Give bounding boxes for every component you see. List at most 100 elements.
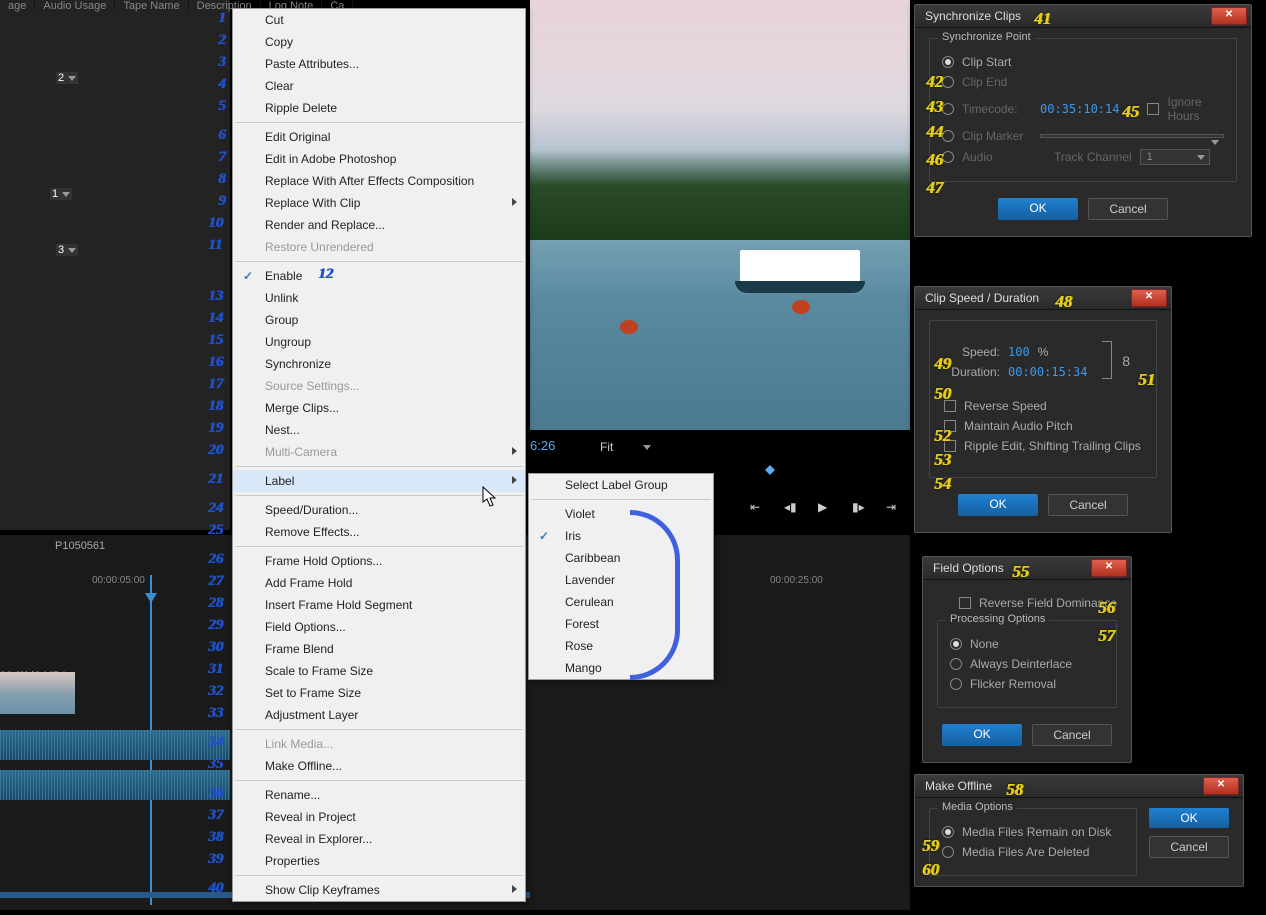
menu-item[interactable]: Merge Clips...	[233, 397, 525, 419]
close-icon[interactable]: ✕	[1203, 777, 1239, 795]
dialog-title[interactable]: Clip Speed / Duration ✕	[915, 287, 1171, 310]
close-icon[interactable]: ✕	[1131, 289, 1167, 307]
dialog-title[interactable]: Synchronize Clips ✕	[915, 5, 1251, 28]
menu-item[interactable]: Edit in Adobe Photoshop	[233, 148, 525, 170]
checkbox[interactable]	[1147, 103, 1159, 115]
menu-item[interactable]: Remove Effects...	[233, 521, 525, 543]
menu-item[interactable]: Scale to Frame Size	[233, 660, 525, 682]
menu-item[interactable]: Insert Frame Hold Segment	[233, 594, 525, 616]
ok-button[interactable]: OK	[1149, 808, 1229, 828]
menu-item[interactable]: Add Frame Hold	[233, 572, 525, 594]
radio[interactable]	[942, 826, 954, 838]
checkbox-row[interactable]: Reverse Speed	[944, 399, 1142, 413]
zoom-fit-dropdown[interactable]: Fit	[592, 438, 659, 456]
menu-item[interactable]: Replace With Clip	[233, 192, 525, 214]
reverse-field-row[interactable]: Reverse Field Dominance	[937, 596, 1117, 610]
label-color-item[interactable]: Cerulean	[529, 591, 713, 613]
ok-button[interactable]: OK	[958, 494, 1038, 516]
label-color-item[interactable]: ✓Iris	[529, 525, 713, 547]
clip-thumbnail[interactable]	[0, 672, 75, 714]
column-header[interactable]: Audio Usage	[35, 0, 115, 10]
radio-row[interactable]: Flicker Removal	[950, 677, 1104, 691]
dialog-title[interactable]: Make Offline ✕	[915, 775, 1243, 798]
cancel-button[interactable]: Cancel	[1032, 724, 1112, 746]
radio-row[interactable]: Timecode:00:35:10:14Ignore Hours	[942, 95, 1224, 123]
track-selector[interactable]: 2	[56, 72, 78, 84]
menu-item[interactable]: Adjustment Layer	[233, 704, 525, 726]
menu-item[interactable]: Render and Replace...	[233, 214, 525, 236]
menu-item[interactable]: Ungroup	[233, 331, 525, 353]
checkbox-row[interactable]: Ripple Edit, Shifting Trailing Clips	[944, 439, 1142, 453]
dropdown[interactable]	[1040, 134, 1224, 138]
menu-item[interactable]: Properties	[233, 850, 525, 872]
radio-row[interactable]: Media Files Remain on Disk	[942, 825, 1124, 839]
mark-out-icon[interactable]: ⇥	[886, 500, 902, 516]
menu-item[interactable]: Nest...	[233, 419, 525, 441]
cancel-button[interactable]: Cancel	[1149, 836, 1229, 858]
radio[interactable]	[942, 846, 954, 858]
radio[interactable]	[942, 130, 954, 142]
radio-row[interactable]: None	[950, 637, 1104, 651]
menu-item[interactable]: Frame Hold Options...	[233, 550, 525, 572]
duration-input[interactable]: 00:00:15:34	[1008, 365, 1087, 379]
menu-item[interactable]: Make Offline...	[233, 755, 525, 777]
checkbox-row[interactable]: Maintain Audio Pitch	[944, 419, 1142, 433]
menu-item[interactable]: Cut	[233, 9, 525, 31]
menu-item[interactable]: Copy	[233, 31, 525, 53]
menu-item[interactable]: Reveal in Explorer...	[233, 828, 525, 850]
play-icon[interactable]: ▶	[818, 500, 834, 516]
ok-button[interactable]: OK	[942, 724, 1022, 746]
close-icon[interactable]: ✕	[1211, 7, 1247, 25]
menu-item[interactable]: Unlink	[233, 287, 525, 309]
radio[interactable]	[942, 103, 954, 115]
menu-item[interactable]: Ripple Delete	[233, 97, 525, 119]
radio-row[interactable]: Clip Start	[942, 55, 1224, 69]
menu-item[interactable]: Field Options...	[233, 616, 525, 638]
track-selector[interactable]: 1	[50, 188, 72, 200]
radio-row[interactable]: AudioTrack Channel1	[942, 149, 1224, 165]
ok-button[interactable]: OK	[998, 198, 1078, 220]
checkbox[interactable]	[959, 597, 971, 609]
step-fwd-icon[interactable]: ▮▸	[852, 500, 868, 516]
radio[interactable]	[942, 76, 954, 88]
menu-item[interactable]: Set to Frame Size	[233, 682, 525, 704]
radio[interactable]	[950, 658, 962, 670]
radio-row[interactable]: Clip Marker	[942, 129, 1224, 143]
speed-input[interactable]: 100	[1008, 345, 1030, 359]
label-color-item[interactable]: Rose	[529, 635, 713, 657]
column-header[interactable]: age	[0, 0, 35, 10]
audio-track-2[interactable]	[0, 770, 230, 800]
radio-row[interactable]: Always Deinterlace	[950, 657, 1104, 671]
column-header[interactable]: Tape Name	[115, 0, 188, 10]
menu-item[interactable]: Select Label Group	[529, 474, 713, 496]
menu-item[interactable]: Rename...	[233, 784, 525, 806]
radio[interactable]	[942, 56, 954, 68]
menu-item[interactable]: Show Clip Keyframes	[233, 879, 525, 901]
menu-item[interactable]: Edit Original	[233, 126, 525, 148]
radio-row[interactable]: Clip End	[942, 75, 1224, 89]
link-icon[interactable]: 8	[1122, 353, 1130, 369]
track-selector[interactable]: 3	[56, 244, 78, 256]
label-color-item[interactable]: Lavender	[529, 569, 713, 591]
cancel-button[interactable]: Cancel	[1088, 198, 1168, 220]
menu-item[interactable]: Synchronize	[233, 353, 525, 375]
label-color-item[interactable]: Forest	[529, 613, 713, 635]
step-back-icon[interactable]: ◂▮	[784, 500, 800, 516]
menu-item[interactable]: ✓Enable	[233, 265, 525, 287]
label-color-item[interactable]: Mango	[529, 657, 713, 679]
program-monitor[interactable]	[530, 0, 910, 430]
cancel-button[interactable]: Cancel	[1048, 494, 1128, 516]
menu-item[interactable]: Paste Attributes...	[233, 53, 525, 75]
timecode-input[interactable]: 00:35:10:14	[1040, 102, 1119, 116]
dropdown[interactable]: 1	[1140, 149, 1210, 165]
menu-item[interactable]: Frame Blend	[233, 638, 525, 660]
label-color-item[interactable]: Caribbean	[529, 547, 713, 569]
radio[interactable]	[950, 678, 962, 690]
mark-in-icon[interactable]: ⇤	[750, 500, 766, 516]
menu-item[interactable]: Clear	[233, 75, 525, 97]
menu-item[interactable]: Group	[233, 309, 525, 331]
menu-item[interactable]: Reveal in Project	[233, 806, 525, 828]
radio[interactable]	[942, 151, 954, 163]
radio[interactable]	[950, 638, 962, 650]
menu-item[interactable]: Replace With After Effects Composition	[233, 170, 525, 192]
